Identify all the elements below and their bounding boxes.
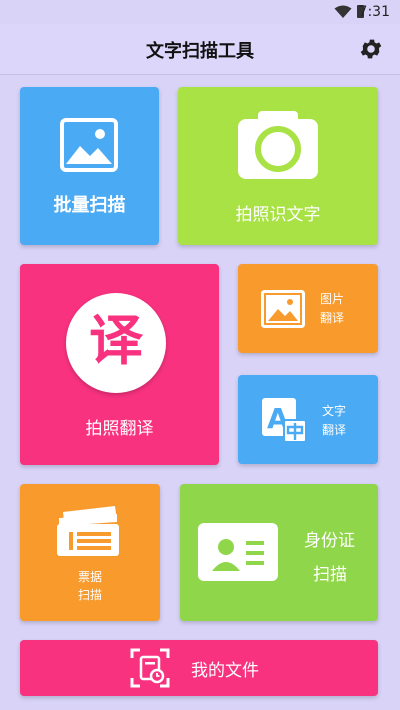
batch-scan-tile[interactable]: 批量扫描 (20, 87, 159, 245)
id-card-label-1: 身份证 (304, 531, 355, 551)
receipt-scan-tile[interactable]: 票据 扫描 (20, 484, 160, 621)
text-translate-label-2: 翻译 (322, 423, 347, 437)
page-title: 文字扫描工具 (146, 41, 254, 62)
image-translate-label-2: 翻译 (320, 311, 345, 325)
translate-glyph: 译 (89, 309, 143, 372)
text-translate-icon: A (262, 398, 307, 443)
image-translate-label-1: 图片 (320, 292, 345, 306)
image-icon (60, 118, 118, 172)
translate-badge-icon: 译 (66, 293, 166, 393)
photo-translate-tile[interactable]: 译 拍照翻译 (20, 264, 219, 465)
status-bar: 7:31 (0, 0, 400, 24)
text-translate-label-1: 文字 (322, 404, 347, 418)
id-card-tile[interactable]: 身份证 扫描 (180, 484, 378, 621)
picture-icon (261, 290, 305, 328)
gear-icon[interactable] (358, 36, 384, 62)
receipt-scan-label-1: 票据 (77, 570, 102, 584)
photo-ocr-label: 拍照识文字 (235, 205, 321, 225)
id-card-icon (198, 523, 278, 581)
id-card-label-2: 扫描 (313, 565, 347, 585)
my-files-button[interactable]: 我的文件 (20, 640, 378, 696)
camera-icon (238, 111, 318, 179)
batch-scan-label: 批量扫描 (53, 195, 126, 216)
file-scan-icon (130, 648, 170, 688)
receipt-scan-label-2: 扫描 (77, 588, 102, 602)
image-translate-tile[interactable]: 图片 翻译 (238, 264, 378, 353)
wifi-icon (334, 5, 352, 18)
text-translate-tile[interactable]: A 文字 翻译 (238, 375, 378, 464)
receipt-icon (57, 506, 119, 556)
photo-ocr-tile[interactable]: 拍照识文字 (178, 87, 378, 245)
photo-translate-label: 拍照翻译 (85, 419, 154, 439)
status-time: 7:31 (358, 4, 390, 20)
app-bar: 文字扫描工具 (0, 24, 400, 75)
my-files-label: 我的文件 (191, 661, 259, 681)
